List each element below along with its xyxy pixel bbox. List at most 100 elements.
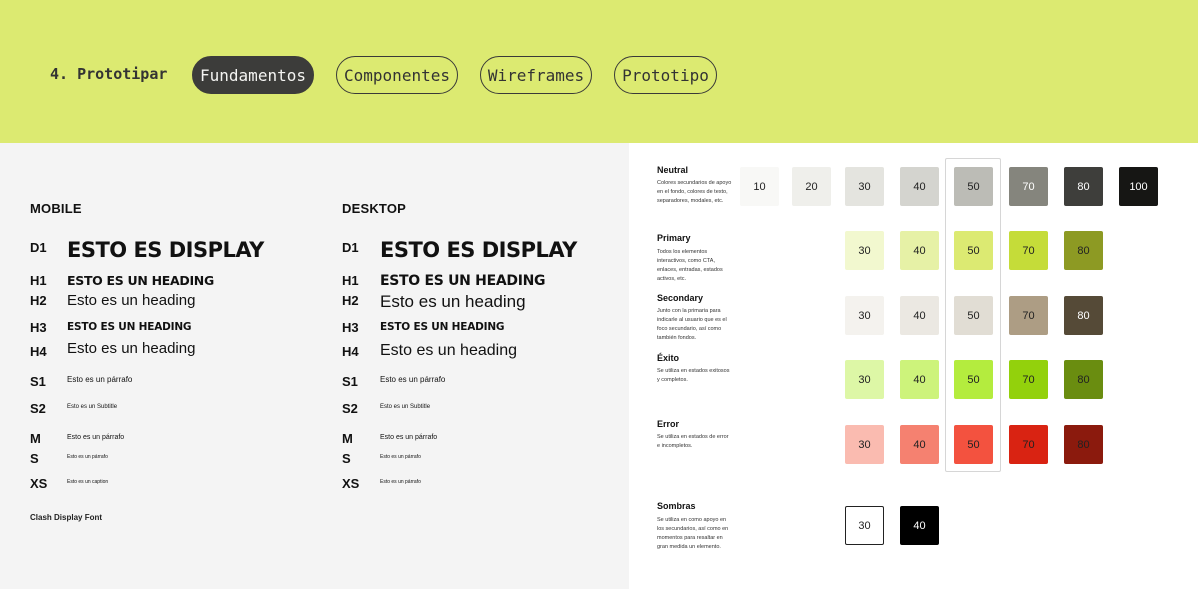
- swatch-label: 50: [967, 180, 980, 193]
- swatch-label: 70: [1022, 309, 1035, 322]
- swatch-label: 30: [858, 244, 871, 257]
- swatch-secondary-80[interactable]: 80: [1064, 296, 1103, 335]
- tag-h2: H2: [30, 293, 47, 308]
- swatch-secondary-50[interactable]: 50: [954, 296, 993, 335]
- desktop-xs-sample: Esto es un párrafo: [380, 479, 421, 485]
- swatch-error-30[interactable]: 30: [845, 425, 884, 464]
- typography-panel: MOBILE D1 ESTO ES DISPLAY H1 ESTO ES UN …: [0, 143, 629, 589]
- swatch-label: 30: [858, 373, 871, 386]
- step-label: 4. Prototipar: [50, 65, 168, 83]
- swatch-neutral-70[interactable]: 70: [1009, 167, 1048, 206]
- swatch-secondary-40[interactable]: 40: [900, 296, 939, 335]
- swatch-error-80[interactable]: 80: [1064, 425, 1103, 464]
- group-desc-primary: Todos los elementos interactivos, como C…: [657, 249, 723, 282]
- swatch-label: 50: [967, 244, 980, 257]
- desktop-h1-sample: ESTO ES UN HEADING: [380, 273, 546, 289]
- mobile-h1-sample: ESTO ES UN HEADING: [67, 273, 214, 288]
- mobile-h2-sample: Esto es un heading: [67, 292, 196, 309]
- swatch-label: 30: [858, 180, 871, 193]
- font-note: Clash Display Font: [30, 513, 103, 522]
- swatch-exito-50[interactable]: 50: [954, 360, 993, 399]
- swatch-primary-70[interactable]: 70: [1009, 231, 1048, 270]
- swatch-neutral-20[interactable]: 20: [792, 167, 831, 206]
- tag-h1: H1: [30, 273, 47, 288]
- group-title-exito: Éxito: [657, 353, 680, 363]
- swatch-sombras-30[interactable]: 30: [845, 506, 884, 545]
- swatch-exito-30[interactable]: 30: [845, 360, 884, 399]
- swatch-neutral-80[interactable]: 80: [1064, 167, 1103, 206]
- swatch-label: 40: [913, 438, 926, 451]
- swatch-label: 40: [913, 244, 926, 257]
- swatch-error-40[interactable]: 40: [900, 425, 939, 464]
- swatch-label: 30: [858, 309, 871, 322]
- mobile-s1-sample: Esto es un párrafo: [67, 375, 133, 384]
- swatch-neutral-30[interactable]: 30: [845, 167, 884, 206]
- desktop-tag-m: M: [342, 431, 353, 446]
- swatch-label: 50: [967, 438, 980, 451]
- swatch-neutral-10[interactable]: 10: [740, 167, 779, 206]
- swatch-error-70[interactable]: 70: [1009, 425, 1048, 464]
- swatch-label: 10: [753, 180, 766, 193]
- tag-m: M: [30, 431, 41, 446]
- swatch-label: 40: [913, 309, 926, 322]
- mobile-s-sample: Esto es un párrafo: [67, 454, 108, 460]
- swatch-label: 40: [913, 519, 926, 532]
- mobile-title: MOBILE: [30, 201, 82, 216]
- swatch-neutral-50[interactable]: 50: [954, 167, 993, 206]
- swatch-exito-80[interactable]: 80: [1064, 360, 1103, 399]
- swatch-exito-40[interactable]: 40: [900, 360, 939, 399]
- swatch-error-50[interactable]: 50: [954, 425, 993, 464]
- tab-wireframes[interactable]: Wireframes: [480, 56, 592, 94]
- desktop-tag-h4: H4: [342, 344, 359, 359]
- group-desc-sombras: Se utiliza en como apoyo en los secundar…: [657, 517, 729, 550]
- swatch-label: 80: [1077, 438, 1090, 451]
- desktop-s-sample: Esto es un párrafo: [380, 454, 421, 460]
- swatch-secondary-30[interactable]: 30: [845, 296, 884, 335]
- mobile-xs-sample: Esto es un caption: [67, 479, 109, 485]
- group-title-error: Error: [657, 419, 680, 429]
- swatch-label: 80: [1077, 373, 1090, 386]
- swatch-label: 70: [1022, 244, 1035, 257]
- desktop-display-sample: ESTO ES DISPLAY: [380, 238, 577, 262]
- color-palette-panel: Neutral Colores secundarios de apoyo en …: [629, 143, 1198, 589]
- desktop-title: DESKTOP: [342, 201, 407, 216]
- tag-s: S: [30, 451, 39, 466]
- swatch-label: 40: [913, 373, 926, 386]
- swatch-label: 50: [967, 309, 980, 322]
- swatch-primary-80[interactable]: 80: [1064, 231, 1103, 270]
- swatch-primary-40[interactable]: 40: [900, 231, 939, 270]
- mobile-h4-sample: Esto es un heading: [67, 340, 196, 357]
- desktop-h4-sample: Esto es un heading: [380, 342, 517, 359]
- group-title-secondary: Secondary: [657, 293, 704, 303]
- mobile-h3-sample: ESTO ES UN HEADING: [67, 321, 192, 333]
- desktop-tag-s2: S2: [342, 401, 358, 416]
- swatch-label: 100: [1129, 180, 1148, 193]
- tab-componentes[interactable]: Componentes: [336, 56, 458, 94]
- group-desc-error: Se utiliza en estados de error e incompl…: [657, 434, 729, 449]
- swatch-secondary-70[interactable]: 70: [1009, 296, 1048, 335]
- group-title-sombras: Sombras: [657, 501, 696, 511]
- tab-fundamentos[interactable]: Fundamentos: [192, 56, 314, 94]
- desktop-tag-s1: S1: [342, 374, 358, 389]
- mobile-s2-sample: Esto es un Subtitle: [67, 404, 118, 410]
- tag-h4: H4: [30, 344, 47, 359]
- tag-d1: D1: [30, 240, 47, 255]
- swatch-primary-30[interactable]: 30: [845, 231, 884, 270]
- desktop-tag-h2: H2: [342, 293, 359, 308]
- swatch-neutral-100[interactable]: 100: [1119, 167, 1158, 206]
- desktop-tag-s: S: [342, 451, 351, 466]
- swatch-label: 80: [1077, 180, 1090, 193]
- desktop-tag-h3: H3: [342, 320, 359, 335]
- swatch-sombras-40[interactable]: 40: [900, 506, 939, 545]
- desktop-m-sample: Esto es un párrafo: [380, 434, 438, 441]
- swatch-exito-70[interactable]: 70: [1009, 360, 1048, 399]
- desktop-tag-xs: XS: [342, 476, 360, 491]
- tab-prototipo[interactable]: Prototipo: [614, 56, 717, 94]
- swatch-primary-50[interactable]: 50: [954, 231, 993, 270]
- swatch-neutral-40[interactable]: 40: [900, 167, 939, 206]
- swatch-label: 70: [1022, 438, 1035, 451]
- header-bar: 4. Prototipar Fundamentos Componentes Wi…: [0, 0, 1198, 143]
- desktop-tag-h1: H1: [342, 273, 359, 288]
- mobile-display-sample: ESTO ES DISPLAY: [67, 238, 264, 262]
- tag-s1: S1: [30, 374, 46, 389]
